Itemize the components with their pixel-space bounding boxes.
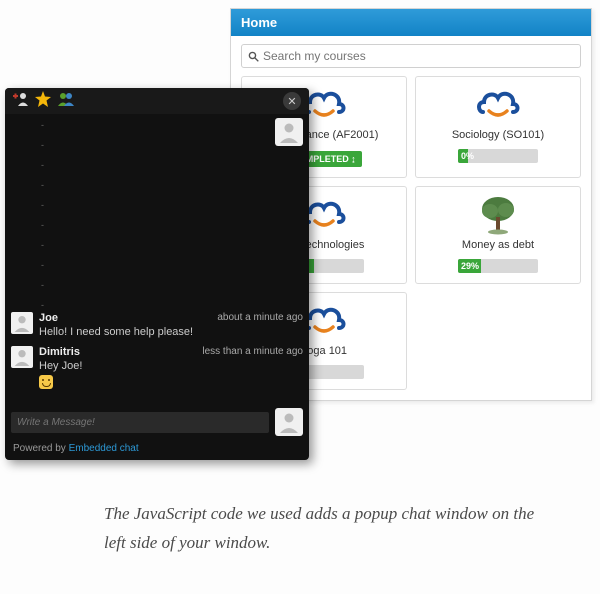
progress-label: 0% [461, 149, 474, 163]
progress-bar: 29% [458, 259, 538, 273]
message-input[interactable] [11, 412, 269, 433]
chat-window: ✕ ---------- Joe about a minute ago Hell… [5, 88, 309, 460]
users-icon[interactable] [57, 92, 75, 111]
message-author: Dimitris [39, 346, 80, 358]
message-time: about a minute ago [217, 312, 303, 324]
search-input[interactable] [263, 49, 574, 63]
avatar[interactable] [11, 312, 33, 334]
search-icon [248, 51, 259, 62]
avatar[interactable] [275, 408, 303, 436]
cloud-icon [422, 85, 574, 125]
chat-message: Dimitris less than a minute ago Hey Joe! [11, 346, 303, 392]
chat-footer: Powered by Embedded chat [5, 440, 309, 460]
avatar[interactable] [11, 346, 33, 368]
add-user-icon[interactable] [13, 92, 29, 111]
chat-body: ---------- Joe about a minute ago Hello!… [5, 114, 309, 404]
timeline-marks: ---------- [41, 120, 44, 310]
footer-link[interactable]: Embedded chat [69, 443, 139, 454]
smile-emoji-icon [39, 375, 53, 389]
page-title: Home [231, 9, 591, 36]
avatar[interactable] [275, 118, 303, 146]
progress-label: 29% [461, 259, 479, 273]
course-title: Sociology (SO101) [422, 129, 574, 141]
message-time: less than a minute ago [202, 346, 303, 358]
message-list: Joe about a minute ago Hello! I need som… [11, 312, 303, 400]
close-button[interactable]: ✕ [283, 92, 301, 110]
course-card[interactable]: Money as debt 29% [415, 186, 581, 284]
tree-icon [422, 195, 574, 235]
footer-text: Powered by [13, 443, 69, 454]
chat-input-row [5, 404, 309, 440]
progress-bar: 0% [458, 149, 538, 163]
message-text: Hello! I need some help please! [39, 326, 303, 338]
course-title: Money as debt [422, 239, 574, 251]
message-author: Joe [39, 312, 58, 324]
search-bar[interactable] [241, 44, 581, 68]
chat-toolbar: ✕ [5, 88, 309, 114]
chat-message: Joe about a minute ago Hello! I need som… [11, 312, 303, 338]
star-icon[interactable] [35, 91, 51, 112]
message-text: Hey Joe! [39, 360, 303, 372]
course-card[interactable]: Sociology (SO101) 0% [415, 76, 581, 178]
caption-text: The JavaScript code we used adds a popup… [104, 500, 554, 558]
